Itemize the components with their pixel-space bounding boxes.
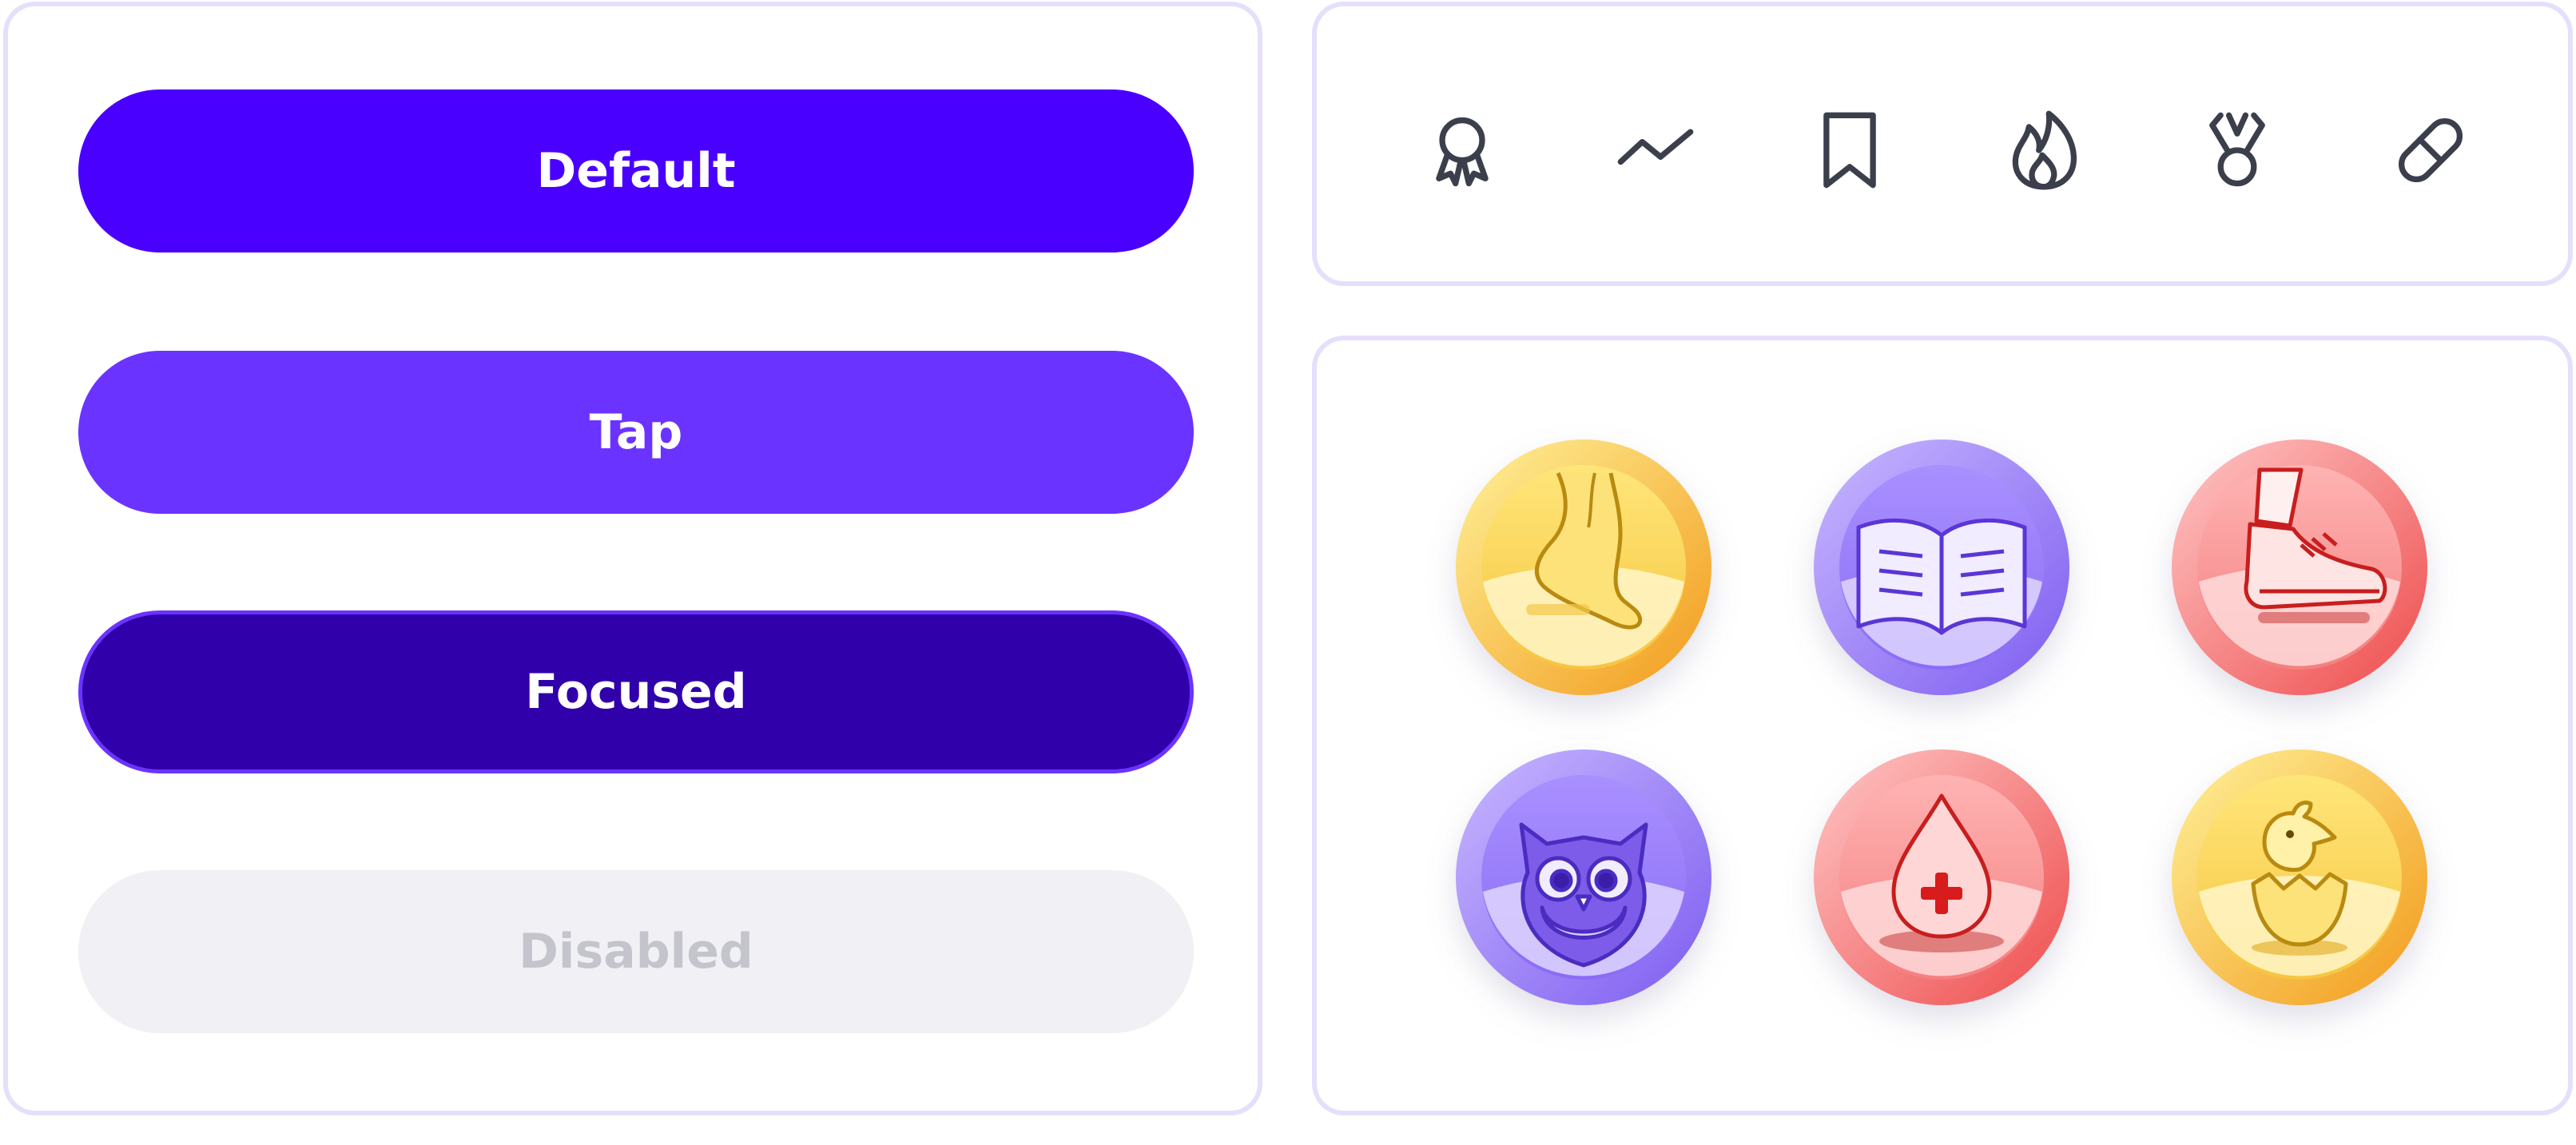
book-icon bbox=[1856, 518, 2027, 635]
award-ribbon-icon[interactable] bbox=[1421, 109, 1504, 192]
trend-line-icon[interactable] bbox=[1614, 109, 1697, 192]
default-button[interactable]: Default bbox=[78, 89, 1194, 252]
tap-button[interactable]: Tap bbox=[78, 351, 1194, 514]
line-icons-panel bbox=[1312, 2, 2573, 286]
sneaker-badge[interactable] bbox=[2170, 438, 2429, 697]
blood-drop-badge[interactable] bbox=[1812, 748, 2071, 1007]
badges-panel bbox=[1312, 336, 2573, 1115]
flame-icon[interactable] bbox=[2002, 109, 2085, 192]
medal-icon[interactable] bbox=[2196, 109, 2279, 192]
bookmark-icon[interactable] bbox=[1808, 109, 1891, 192]
focused-button[interactable]: Focused bbox=[78, 610, 1194, 773]
book-badge[interactable] bbox=[1812, 438, 2071, 697]
disabled-button: Disabled bbox=[78, 870, 1194, 1033]
pill-icon[interactable] bbox=[2389, 109, 2472, 192]
chick-badge[interactable] bbox=[2170, 748, 2429, 1007]
button-states-panel: Default Tap Focused Disabled bbox=[3, 2, 1262, 1115]
foot-badge[interactable] bbox=[1454, 438, 1713, 697]
owl-badge[interactable] bbox=[1454, 748, 1713, 1007]
